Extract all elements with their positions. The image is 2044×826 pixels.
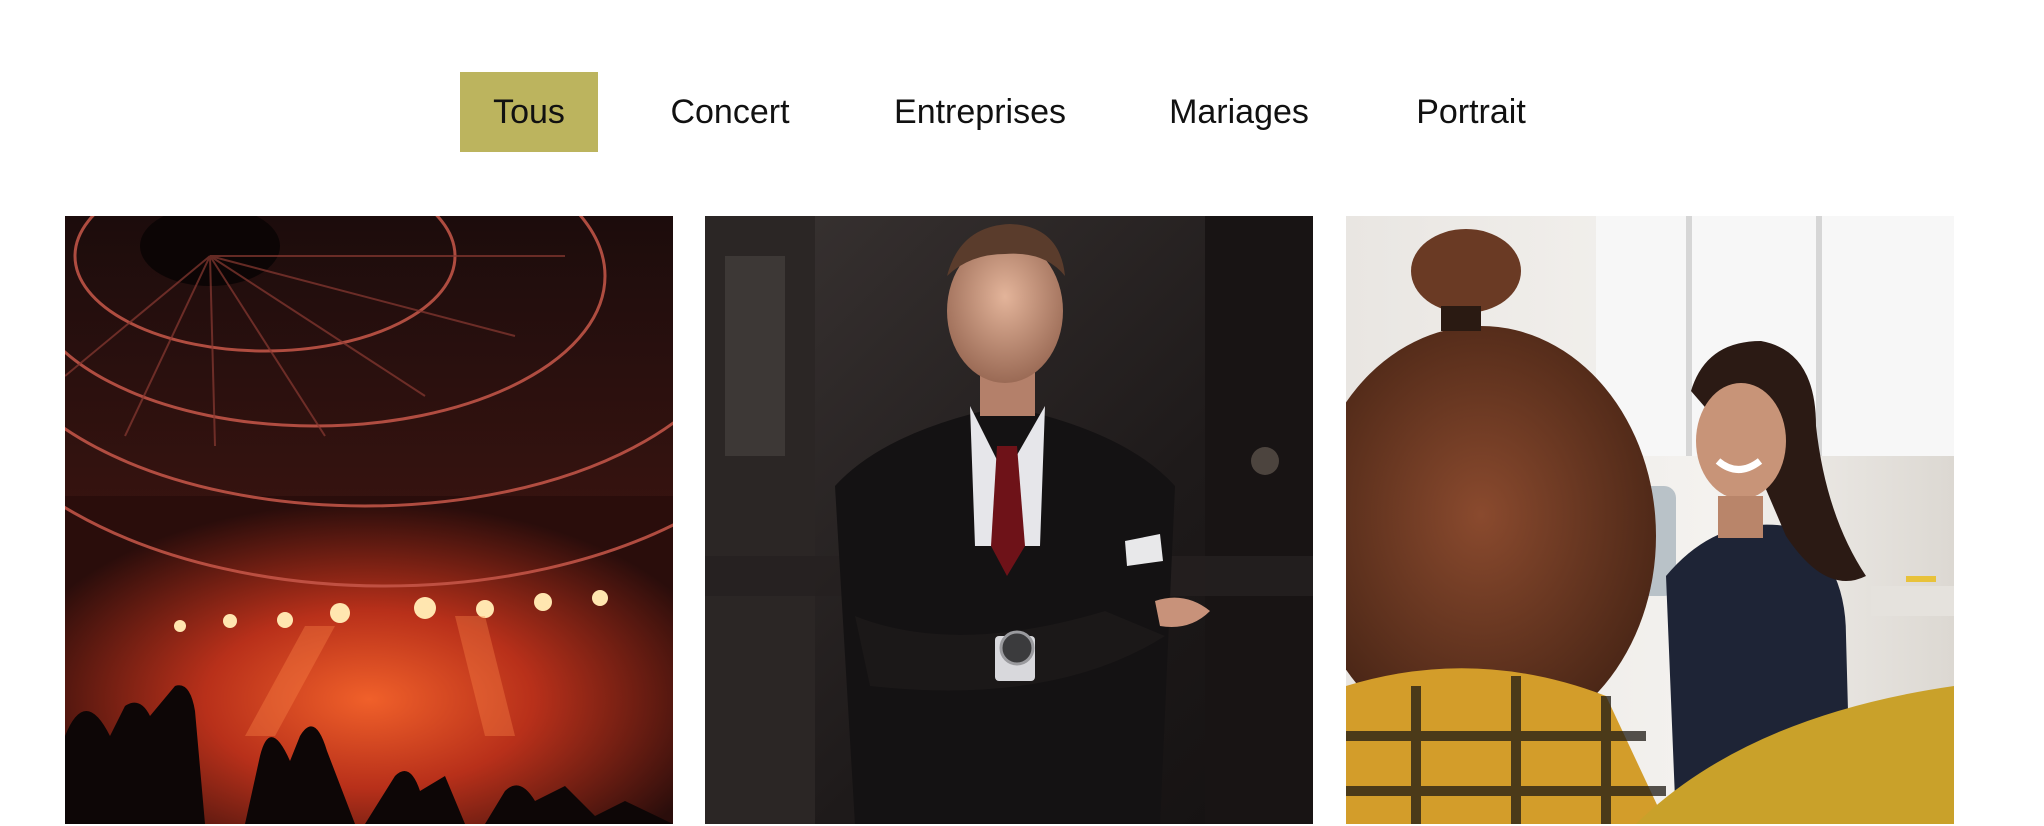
- portrait-photo-image: [705, 216, 1313, 824]
- concert-photo-image: [65, 216, 673, 824]
- gallery-photo-portrait[interactable]: [705, 216, 1313, 824]
- filter-concert[interactable]: Concert: [646, 72, 814, 152]
- gallery-photo-concert[interactable]: [65, 216, 673, 824]
- category-filter-bar: Tous Concert Entreprises Mariages Portra…: [0, 72, 2044, 152]
- photo-gallery: [0, 216, 2044, 826]
- filter-tous[interactable]: Tous: [460, 72, 598, 152]
- filter-entreprises[interactable]: Entreprises: [874, 72, 1086, 152]
- filter-mariages[interactable]: Mariages: [1148, 72, 1330, 152]
- filter-portrait[interactable]: Portrait: [1392, 72, 1550, 152]
- entreprises-photo-image: [1346, 216, 1954, 824]
- gallery-photo-entreprises[interactable]: [1346, 216, 1954, 824]
